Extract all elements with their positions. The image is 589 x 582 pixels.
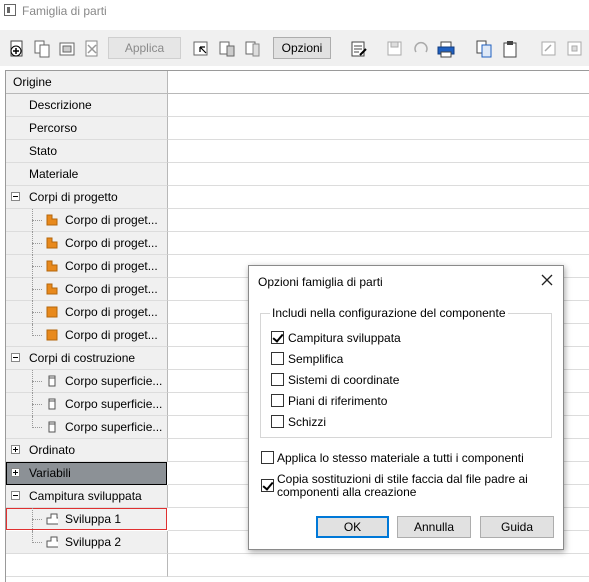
row-label: Stato <box>29 144 58 158</box>
design-body-icon <box>46 237 58 249</box>
group-title: Includi nella configurazione del compone… <box>270 306 508 320</box>
row-label: Corpo di proget... <box>65 213 158 227</box>
column-header-origine: Origine <box>13 75 52 89</box>
expand-icon[interactable] <box>11 445 20 454</box>
row-label: Corpo superficie... <box>65 420 163 434</box>
empty-row <box>6 554 589 577</box>
options-button[interactable]: Opzioni <box>273 37 331 59</box>
semplifica-checkbox[interactable] <box>271 352 284 365</box>
row-label: Corpo superficie... <box>65 397 163 411</box>
table-row[interactable]: Stato <box>6 140 589 163</box>
surface-body-icon <box>48 375 56 387</box>
ok-button[interactable]: OK <box>316 516 389 538</box>
copy-overrides-label-line1: Copia sostituzioni di stile faccia dal f… <box>277 472 528 486</box>
design-body-icon <box>46 283 58 295</box>
apply-button[interactable]: Applica <box>108 37 181 59</box>
sketches-checkbox[interactable] <box>271 415 284 428</box>
row-label: Corpo superficie... <box>65 374 163 388</box>
refresh-icon[interactable] <box>412 39 430 59</box>
collapse-icon[interactable] <box>11 353 20 362</box>
window-title: Famiglia di parti <box>22 4 107 18</box>
flat-pattern-icon <box>46 513 58 525</box>
table-row[interactable]: Percorso <box>6 117 589 140</box>
apply-material-label: Applica lo stesso materiale a tutti i co… <box>277 451 524 465</box>
row-label: Corpi di costruzione <box>29 351 136 365</box>
row-label: Percorso <box>29 121 78 135</box>
dialog-title: Opzioni famiglia di parti <box>258 275 383 289</box>
design-body-icon <box>46 260 58 272</box>
row-label: Materiale <box>29 167 79 181</box>
coordinate-systems-checkbox[interactable] <box>271 373 284 386</box>
copy-icon[interactable] <box>475 39 493 59</box>
new-member-icon[interactable] <box>8 39 26 59</box>
import-icon[interactable] <box>566 39 584 59</box>
toolbar: Applica Opzioni <box>0 30 589 66</box>
row-label: Corpo di proget... <box>65 328 158 342</box>
header-row: Origine <box>6 71 589 94</box>
member-table-icon[interactable] <box>58 39 76 59</box>
apply-material-checkbox[interactable] <box>261 451 274 464</box>
table-row[interactable]: Descrizione <box>6 94 589 117</box>
coordinate-systems-label: Sistemi di coordinate <box>288 373 400 387</box>
semplifica-label: Semplifica <box>288 352 344 366</box>
copy-overrides-checkbox[interactable] <box>261 479 274 492</box>
row-label: Corpo di proget... <box>65 282 158 296</box>
app-icon <box>4 4 16 16</box>
help-button[interactable]: Guida <box>480 516 554 538</box>
row-label: Corpo di proget... <box>65 305 158 319</box>
row-label: Ordinato <box>29 443 76 457</box>
row-label: Variabili <box>29 466 71 480</box>
row-label: Corpo di proget... <box>65 259 158 273</box>
export-icon[interactable] <box>540 39 558 59</box>
select-cursor-icon[interactable] <box>192 39 210 59</box>
row-label: Corpi di progetto <box>29 190 118 204</box>
copy-overrides-label-line2: componenti alla creazione <box>277 485 417 499</box>
row-label: Descrizione <box>29 98 92 112</box>
delete-member-icon[interactable] <box>83 39 101 59</box>
table-row[interactable]: Corpo di proget... <box>6 209 589 232</box>
design-body-icon <box>46 214 58 226</box>
row-label: Campitura sviluppata <box>29 489 142 503</box>
reference-planes-checkbox[interactable] <box>271 394 284 407</box>
expand-icon[interactable] <box>11 468 20 477</box>
campitura-checkbox[interactable] <box>271 331 284 344</box>
row-label: Sviluppa 2 <box>65 535 122 549</box>
remove-column-icon[interactable] <box>244 39 262 59</box>
row-label: Sviluppa 1 <box>65 512 122 526</box>
save-icon[interactable] <box>386 39 404 59</box>
row-label: Corpo di proget... <box>65 236 158 250</box>
add-column-icon[interactable] <box>218 39 236 59</box>
flat-pattern-icon <box>46 536 58 548</box>
table-row[interactable]: Materiale <box>6 163 589 186</box>
edit-properties-icon[interactable] <box>350 39 368 59</box>
design-body-icon <box>46 329 58 341</box>
collapse-icon[interactable] <box>11 192 20 201</box>
close-icon[interactable] <box>539 272 555 288</box>
table-row[interactable]: Corpo di proget... <box>6 232 589 255</box>
campitura-label: Campitura sviluppata <box>288 331 401 345</box>
include-options-group: Includi nella configurazione del compone… <box>260 306 552 438</box>
cancel-button[interactable]: Annulla <box>397 516 471 538</box>
surface-body-icon <box>48 398 56 410</box>
sketches-label: Schizzi <box>288 415 327 429</box>
collapse-icon[interactable] <box>11 491 20 500</box>
copy-member-icon[interactable] <box>33 39 51 59</box>
part-family-options-dialog: Opzioni famiglia di parti Includi nella … <box>248 265 564 550</box>
title-bar: Famiglia di parti <box>0 0 589 24</box>
design-body-icon <box>46 306 58 318</box>
reference-planes-label: Piani di riferimento <box>288 394 388 408</box>
paste-icon[interactable] <box>501 39 519 59</box>
surface-body-icon <box>48 421 56 433</box>
print-icon[interactable] <box>437 39 455 59</box>
group-row-corpi-progetto[interactable]: Corpi di progetto <box>6 186 589 209</box>
